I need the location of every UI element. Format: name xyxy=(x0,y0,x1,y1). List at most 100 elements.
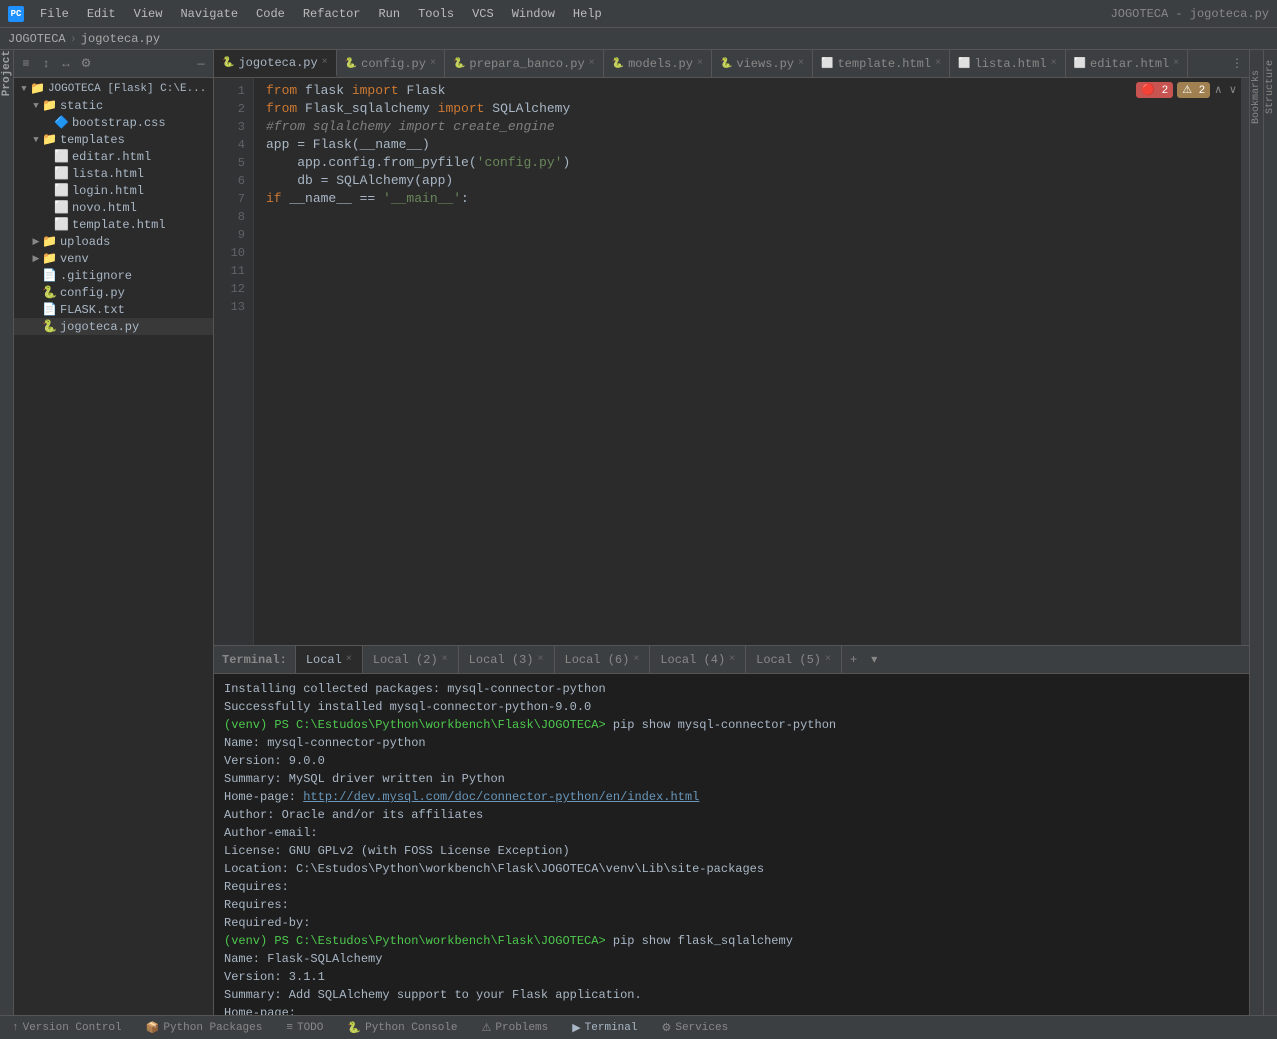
error-indicator: 🔴 2 ⚠ 2 ∧ ∨ xyxy=(1136,82,1237,98)
tab-close-views[interactable]: × xyxy=(798,58,804,69)
tree-bootstrap-css[interactable]: 🔷 bootstrap.css xyxy=(14,114,213,131)
term-line-5: Version: 9.0.0 xyxy=(224,752,1239,770)
tree-editar-html[interactable]: ⬜ editar.html xyxy=(14,148,213,165)
tree-venv[interactable]: ▶ 📁 venv xyxy=(14,250,213,267)
tab-lista-html[interactable]: ⬜ lista.html × xyxy=(950,50,1065,77)
tree-flask-txt[interactable]: 📄 FLASK.txt xyxy=(14,301,213,318)
term-close-local6[interactable]: × xyxy=(633,654,639,665)
menu-view[interactable]: View xyxy=(126,5,171,23)
menu-tools[interactable]: Tools xyxy=(410,5,462,23)
menu-navigate[interactable]: Navigate xyxy=(172,5,246,23)
term-line-1: Installing collected packages: mysql-con… xyxy=(224,680,1239,698)
bookmarks-strip[interactable]: Bookmarks xyxy=(1249,50,1263,1015)
breadcrumb-file[interactable]: jogoteca.py xyxy=(81,32,160,46)
tab-prepara-banco-py[interactable]: 🐍 prepara_banco.py × xyxy=(445,50,604,77)
tab-close-template[interactable]: × xyxy=(935,58,941,69)
tab-config-py[interactable]: 🐍 config.py × xyxy=(337,50,445,77)
term-add-tab[interactable]: + xyxy=(842,646,865,673)
term-line-7: Home-page: http://dev.mysql.com/doc/conn… xyxy=(224,788,1239,806)
tab-close-config[interactable]: × xyxy=(430,58,436,69)
term-tab-local6[interactable]: Local (6) × xyxy=(555,646,651,673)
status-python-packages[interactable]: 📦 Python Packages xyxy=(142,1021,267,1035)
tab-close-editar[interactable]: × xyxy=(1173,58,1179,69)
term-tab-local[interactable]: Local × xyxy=(296,646,363,673)
term-close-local5[interactable]: × xyxy=(825,654,831,665)
term-tab-local2[interactable]: Local (2) × xyxy=(363,646,459,673)
menu-window[interactable]: Window xyxy=(504,5,563,23)
term-close-local4[interactable]: × xyxy=(729,654,735,665)
nav-arrows[interactable]: ∧ ∨ xyxy=(1214,83,1237,97)
menu-run[interactable]: Run xyxy=(370,5,408,23)
term-close-local3[interactable]: × xyxy=(537,654,543,665)
status-terminal[interactable]: ▶ Terminal xyxy=(568,1021,641,1035)
tab-template-html[interactable]: ⬜ template.html × xyxy=(813,50,950,77)
tree-templates[interactable]: ▼ 📁 Project templates xyxy=(14,131,213,148)
menu-bar: File Edit View Navigate Code Refactor Ru… xyxy=(32,5,610,23)
tab-close-lista[interactable]: × xyxy=(1051,58,1057,69)
editor-area: 🐍 jogoteca.py × 🐍 config.py × 🐍 prepara_… xyxy=(214,50,1249,645)
code-line-13: if __name__ == '__main__': xyxy=(266,190,1229,208)
menu-help[interactable]: Help xyxy=(565,5,610,23)
terminal-icon: ▶ xyxy=(572,1021,580,1035)
term-tab-local5[interactable]: Local (5) × xyxy=(746,646,842,673)
terminal-tab-bar: Terminal: Local × Local (2) × Local (3) … xyxy=(214,646,1249,674)
tab-models-py[interactable]: 🐍 models.py × xyxy=(604,50,712,77)
code-line-4: #from sqlalchemy import create_engine xyxy=(266,118,1229,136)
menu-code[interactable]: Code xyxy=(248,5,293,23)
menu-edit[interactable]: Edit xyxy=(79,5,124,23)
term-close-local2[interactable]: × xyxy=(442,654,448,665)
toolbar-icon-expand[interactable]: ↕ xyxy=(38,56,54,72)
term-dropdown[interactable]: ▾ xyxy=(865,646,883,673)
warning-count: ⚠ 2 xyxy=(1177,82,1210,98)
tab-close-models[interactable]: × xyxy=(697,58,703,69)
status-problems[interactable]: ⚠ Problems xyxy=(478,1021,553,1035)
tab-views-py[interactable]: 🐍 views.py × xyxy=(712,50,813,77)
terminal-content[interactable]: Installing collected packages: mysql-con… xyxy=(214,674,1249,1015)
python-packages-label: Python Packages xyxy=(163,1022,262,1034)
bookmarks-label: Bookmarks xyxy=(1251,70,1262,124)
tab-close-prepara[interactable]: × xyxy=(589,58,595,69)
status-version-control[interactable]: ↑ Version Control xyxy=(8,1022,126,1034)
tree-login-html[interactable]: ⬜ login.html xyxy=(14,182,213,199)
tree-static[interactable]: ▼ 📁 static xyxy=(14,97,213,114)
tree-lista-html[interactable]: ⬜ lista.html xyxy=(14,165,213,182)
tree-gitignore[interactable]: 📄 .gitignore xyxy=(14,267,213,284)
toolbar-icon-settings[interactable]: ⚙ xyxy=(78,56,94,72)
project-label: Project xyxy=(1,50,13,96)
tab-close-jogoteca[interactable]: × xyxy=(322,57,328,68)
tree-novo-html[interactable]: ⬜ novo.html xyxy=(14,199,213,216)
term-close-local[interactable]: × xyxy=(346,654,352,665)
menu-refactor[interactable]: Refactor xyxy=(295,5,369,23)
app-logo: PC xyxy=(8,6,24,22)
toolbar-icon-collapse[interactable]: ↔ xyxy=(58,56,74,72)
tree-config-py[interactable]: 🐍 config.py xyxy=(14,284,213,301)
breadcrumb-project[interactable]: JOGOTECA xyxy=(8,32,66,46)
term-tab-local3[interactable]: Local (3) × xyxy=(459,646,555,673)
menu-vcs[interactable]: VCS xyxy=(464,5,502,23)
project-toolbar: ≡ ↕ ↔ ⚙ — xyxy=(14,50,213,78)
toolbar-icon-menu[interactable]: ≡ xyxy=(18,56,34,72)
term-line-13: Requires: xyxy=(224,896,1239,914)
breadcrumb: JOGOTECA › jogoteca.py xyxy=(0,28,1277,50)
python-console-label: Python Console xyxy=(365,1022,457,1034)
term-tab-local4[interactable]: Local (4) × xyxy=(650,646,746,673)
editor-content: 1 2 3 4 5 6 7 8 9 10 11 12 13 from flask… xyxy=(214,78,1249,645)
tree-root[interactable]: ▼ 📁 JOGOTECA [Flask] C:\E... xyxy=(14,80,213,97)
status-todo[interactable]: ≡ TODO xyxy=(282,1022,327,1034)
status-services[interactable]: ⚙ Services xyxy=(657,1021,732,1035)
tree-jogoteca-py[interactable]: 🐍 jogoteca.py xyxy=(14,318,213,335)
structure-label: Structure xyxy=(1265,60,1276,114)
toolbar-icon-minimize[interactable]: — xyxy=(193,56,209,72)
tree-uploads[interactable]: ▶ 📁 uploads xyxy=(14,233,213,250)
structure-strip[interactable]: Structure xyxy=(1263,50,1277,1015)
tree-template-html[interactable]: ⬜ template.html xyxy=(14,216,213,233)
editor-scrollbar[interactable] xyxy=(1241,78,1249,645)
mysql-link[interactable]: http://dev.mysql.com/doc/connector-pytho… xyxy=(303,790,699,804)
tab-overflow[interactable]: ⋮ xyxy=(1225,50,1249,77)
outer-layout: Project ≡ ↕ ↔ ⚙ — ▼ 📁 JOGOTECA [Flask] C… xyxy=(0,50,1277,1015)
tab-editar-html[interactable]: ⬜ editar.html × xyxy=(1066,50,1189,77)
status-python-console[interactable]: 🐍 Python Console xyxy=(343,1021,461,1035)
menu-file[interactable]: File xyxy=(32,5,77,23)
tab-jogoteca-py[interactable]: 🐍 jogoteca.py × xyxy=(214,50,337,77)
code-editor[interactable]: from flask import Flask from Flask_sqlal… xyxy=(254,78,1241,645)
